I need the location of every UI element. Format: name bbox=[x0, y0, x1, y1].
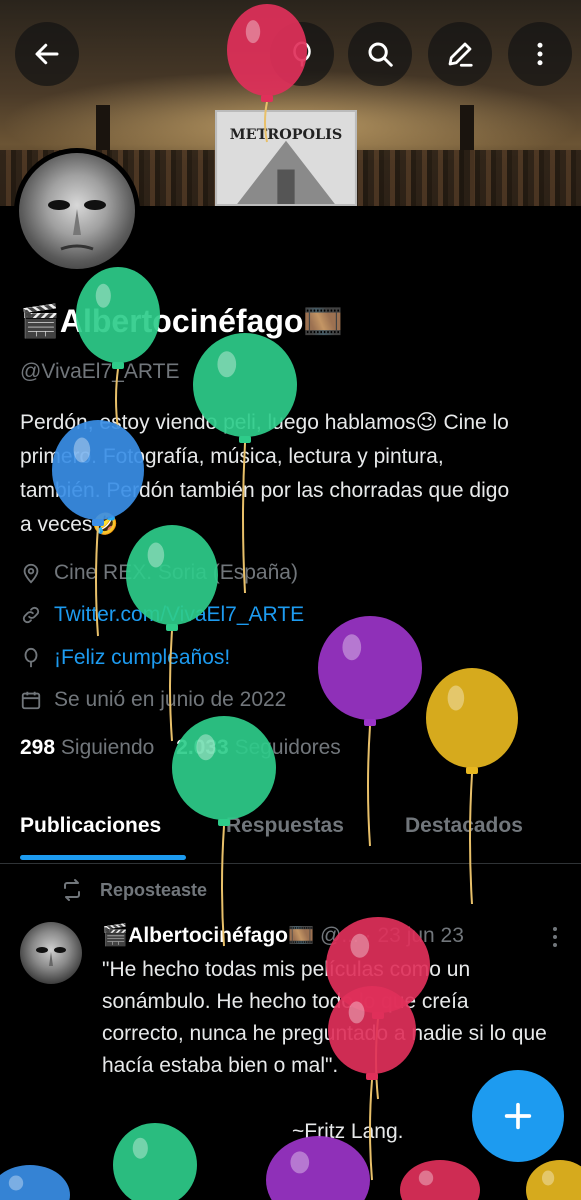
followers-count[interactable]: 2.033 bbox=[176, 736, 229, 759]
post-author-name[interactable]: 🎬Albertocinéfago🎞️ bbox=[102, 924, 314, 947]
compose-button[interactable] bbox=[472, 1070, 564, 1162]
post-header: 🎬Albertocinéfago🎞️ @... · 23 jun 23 bbox=[102, 924, 464, 948]
tab-publicaciones[interactable]: Publicaciones bbox=[20, 814, 161, 838]
balloon bbox=[76, 267, 160, 430]
profile-avatar[interactable] bbox=[14, 148, 140, 274]
more-vertical-icon bbox=[553, 927, 557, 947]
plus-icon bbox=[504, 1102, 532, 1130]
tab-respuestas[interactable]: Respuestas bbox=[226, 814, 344, 838]
post-more-button[interactable] bbox=[548, 926, 562, 953]
back-button[interactable] bbox=[15, 22, 79, 86]
profile-bio: Perdón, estoy viendo peli, luego hablamo… bbox=[20, 411, 510, 536]
profile-website[interactable]: Twitter.com/VivaEl7_ARTE bbox=[20, 600, 304, 630]
search-icon bbox=[368, 42, 393, 67]
balloon bbox=[0, 1165, 70, 1200]
follow-stats: 298 Siguiendo 2.033 Seguidores bbox=[20, 736, 357, 760]
balloon bbox=[266, 1136, 370, 1200]
birthday-button[interactable] bbox=[270, 22, 334, 86]
active-tab-indicator bbox=[20, 855, 186, 860]
repost-icon bbox=[64, 879, 80, 901]
post-author-avatar[interactable] bbox=[20, 922, 82, 984]
post-author-handle: @... bbox=[320, 924, 359, 947]
birthday-balloon-icon bbox=[293, 41, 311, 67]
calendar-icon bbox=[20, 689, 42, 711]
tab-destacados[interactable]: Destacados bbox=[405, 814, 523, 838]
link-icon bbox=[20, 604, 42, 626]
balloon bbox=[426, 668, 518, 905]
edit-icon bbox=[448, 42, 473, 67]
more-vertical-icon bbox=[537, 42, 543, 66]
followers-label[interactable]: Seguidores bbox=[235, 736, 341, 759]
banner-screen-image: METROPOLIS bbox=[215, 110, 357, 206]
joined-text: Se unió en junio de 2022 bbox=[54, 688, 287, 711]
more-button[interactable] bbox=[508, 22, 572, 86]
following-count[interactable]: 298 bbox=[20, 736, 55, 759]
post-date: · 23 jun 23 bbox=[364, 924, 464, 947]
profile-location: Cine REX. Soria (España) bbox=[20, 558, 298, 588]
profile-joined: Se unió en junio de 2022 bbox=[20, 685, 286, 715]
banner-title: METROPOLIS bbox=[230, 127, 342, 143]
arrow-left-icon bbox=[35, 43, 59, 65]
balloon bbox=[113, 1123, 197, 1200]
post-signature: ~Fritz Lang. bbox=[292, 1120, 404, 1143]
post-text: "He hecho todas mis películas como un so… bbox=[102, 958, 547, 1077]
profile-handle: @VivaEl7_ARTE bbox=[20, 360, 180, 383]
profile-birthday: ¡Feliz cumpleaños! bbox=[20, 643, 230, 673]
balloon bbox=[400, 1160, 480, 1200]
repost-label: Reposteaste bbox=[60, 878, 207, 902]
search-button[interactable] bbox=[348, 22, 412, 86]
profile-name: 🎬Albertocinéfago🎞️ bbox=[20, 303, 344, 339]
repost-text: Reposteaste bbox=[100, 879, 208, 900]
balloon bbox=[526, 1160, 581, 1200]
location-pin-icon bbox=[20, 562, 42, 584]
website-link[interactable]: Twitter.com/VivaEl7_ARTE bbox=[54, 603, 304, 627]
following-label[interactable]: Siguiendo bbox=[61, 736, 154, 759]
location-text: Cine REX. Soria (España) bbox=[54, 561, 298, 584]
edit-button[interactable] bbox=[428, 22, 492, 86]
balloon-icon bbox=[20, 647, 42, 669]
birthday-text[interactable]: ¡Feliz cumpleaños! bbox=[54, 646, 230, 670]
